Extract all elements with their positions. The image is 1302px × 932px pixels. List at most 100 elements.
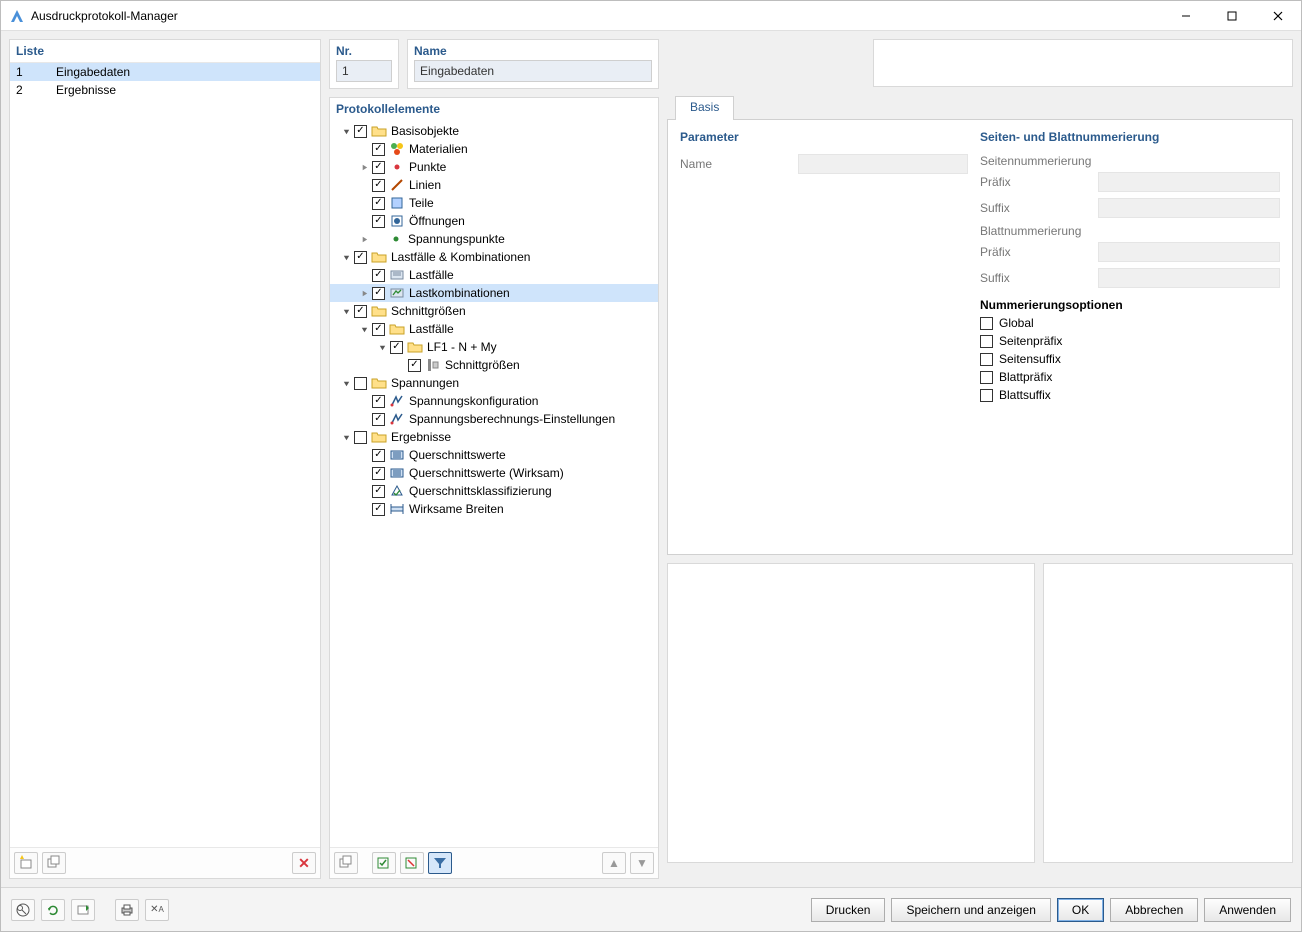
copy-list-button[interactable] [42,852,66,874]
close-button[interactable] [1255,1,1301,31]
numbering-option[interactable]: Seitensuffix [980,352,1280,366]
option-checkbox[interactable] [980,317,993,330]
tree-row[interactable]: Lastkombinationen [330,284,658,302]
language-button[interactable]: ✕A [145,899,169,921]
tree-row[interactable]: Öffnungen [330,212,658,230]
param-name-input[interactable] [798,154,968,174]
collapse-icon[interactable] [338,429,354,445]
ok-button[interactable]: OK [1057,898,1104,922]
print-button-icon[interactable] [115,899,139,921]
refresh-button[interactable] [41,899,65,921]
tree-row[interactable]: Schnittgrößen [330,356,658,374]
tree-row[interactable]: Querschnittswerte (Wirksam) [330,464,658,482]
tree-checkbox[interactable] [354,251,367,264]
collapse-icon[interactable] [338,375,354,391]
tree-checkbox[interactable] [372,449,385,462]
tree-row[interactable]: Querschnittsklassifizierung [330,482,658,500]
delete-list-button[interactable]: ✕ [292,852,316,874]
tree-row[interactable]: Querschnittswerte [330,446,658,464]
tab-basis[interactable]: Basis [675,96,734,120]
list-toolbar: ✕ [10,847,320,878]
print-button[interactable]: Drucken [811,898,886,922]
tree-checkbox[interactable] [372,485,385,498]
tree-row[interactable]: Lastfälle [330,320,658,338]
collapse-icon[interactable] [338,123,354,139]
page-suffix-input[interactable] [1098,198,1280,218]
numbering-option[interactable]: Blattpräfix [980,370,1280,384]
tree-row[interactable]: Lastfälle [330,266,658,284]
nr-input[interactable] [336,60,392,82]
check-all-button[interactable] [372,852,396,874]
filter-button[interactable] [428,852,452,874]
tree-row[interactable]: Ergebnisse [330,428,658,446]
tree-row[interactable]: Wirksame Breiten [330,500,658,518]
sheet-prefix-input[interactable] [1098,242,1280,262]
list-row[interactable]: 1 Eingabedaten [10,63,320,81]
option-checkbox[interactable] [980,371,993,384]
expand-icon[interactable] [356,159,372,175]
expand-icon[interactable] [356,285,372,301]
tree-checkbox[interactable] [390,341,403,354]
tree-row[interactable]: Spannungen [330,374,658,392]
tree-row[interactable]: Spannungskonfiguration [330,392,658,410]
tree-row[interactable]: Punkte [330,158,658,176]
collapse-icon[interactable] [356,321,372,337]
tree-checkbox[interactable] [372,395,385,408]
expand-icon[interactable] [356,231,372,247]
tree-checkbox[interactable] [372,467,385,480]
tree-row[interactable]: Spannungsberechnungs-Einstellungen [330,410,658,428]
tree-checkbox[interactable] [372,413,385,426]
cancel-button[interactable]: Abbrechen [1110,898,1198,922]
numbering-option[interactable]: Global [980,316,1280,330]
tree-checkbox[interactable] [408,359,421,372]
tree-row[interactable]: Schnittgrößen [330,302,658,320]
tree-copy-button[interactable] [334,852,358,874]
tree-row[interactable]: Spannungspunkte [330,230,658,248]
tree-checkbox[interactable] [372,287,385,300]
help-button[interactable] [11,899,35,921]
tree-checkbox[interactable] [372,215,385,228]
collapse-icon[interactable] [338,249,354,265]
collapse-icon[interactable] [374,339,390,355]
tree-checkbox[interactable] [372,503,385,516]
tree-row[interactable]: Teile [330,194,658,212]
tree-checkbox[interactable] [354,305,367,318]
protocol-list[interactable]: 1 Eingabedaten2 Ergebnisse [10,63,320,847]
apply-button[interactable]: Anwenden [1204,898,1291,922]
tree-row[interactable]: Basisobjekte [330,122,658,140]
tree-row[interactable]: Lastfälle & Kombinationen [330,248,658,266]
tree-label: Spannungen [391,376,459,390]
tree-checkbox[interactable] [354,431,367,444]
protocol-tree[interactable]: BasisobjekteMaterialienPunkteLinienTeile… [330,120,658,847]
list-row[interactable]: 2 Ergebnisse [10,81,320,99]
tree-checkbox[interactable] [372,161,385,174]
tree-checkbox[interactable] [372,197,385,210]
tree-checkbox[interactable] [372,269,385,282]
option-checkbox[interactable] [980,335,993,348]
tree-row[interactable]: LF1 - N + My [330,338,658,356]
tree-checkbox[interactable] [354,125,367,138]
save-show-button[interactable]: Speichern und anzeigen [891,898,1050,922]
option-checkbox[interactable] [980,353,993,366]
tree-checkbox[interactable] [372,323,385,336]
new-list-button[interactable] [14,852,38,874]
move-down-button[interactable]: ▼ [630,852,654,874]
option-checkbox[interactable] [980,389,993,402]
settings-button[interactable] [71,899,95,921]
tree-checkbox[interactable] [372,179,385,192]
page-prefix-input[interactable] [1098,172,1280,192]
numbering-option[interactable]: Blattsuffix [980,388,1280,402]
name-input[interactable] [414,60,652,82]
tree-checkbox[interactable] [354,377,367,390]
app-window: Ausdruckprotokoll-Manager Liste 1 Eingab… [0,0,1302,932]
tree-row[interactable]: Materialien [330,140,658,158]
maximize-button[interactable] [1209,1,1255,31]
numbering-option[interactable]: Seitenpräfix [980,334,1280,348]
tree-checkbox[interactable] [372,143,385,156]
sheet-suffix-input[interactable] [1098,268,1280,288]
collapse-icon[interactable] [338,303,354,319]
move-up-button[interactable]: ▲ [602,852,626,874]
uncheck-all-button[interactable] [400,852,424,874]
minimize-button[interactable] [1163,1,1209,31]
tree-row[interactable]: Linien [330,176,658,194]
